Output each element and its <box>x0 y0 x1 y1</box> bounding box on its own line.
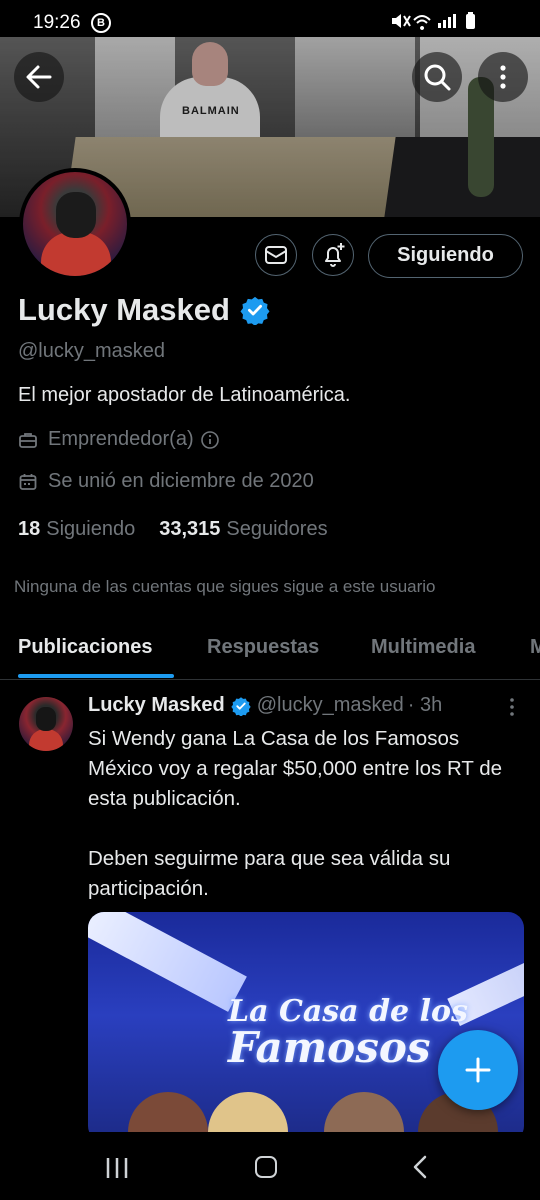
tweet-paragraph: Si Wendy gana La Casa de los Famosos Méx… <box>88 727 503 810</box>
profile-bio: El mejor apostador de Latinoamérica. <box>18 384 351 406</box>
search-icon <box>424 64 451 91</box>
tweet-media-image[interactable]: La Casa de los Famosos <box>88 912 524 1142</box>
profile-category-label: Emprendedor(a) <box>48 428 194 450</box>
notifications-button[interactable] <box>312 234 354 276</box>
divider <box>0 679 540 680</box>
profile-display-name: Lucky Masked <box>18 292 230 327</box>
compose-button[interactable] <box>438 1030 518 1110</box>
tweet-avatar[interactable] <box>19 697 73 751</box>
avatar-body <box>41 232 111 276</box>
message-button[interactable] <box>255 234 297 276</box>
tweet-paragraph: Deben seguirme para que sea válida su pa… <box>88 847 451 900</box>
system-navigation-bar <box>0 1132 540 1200</box>
mutual-followers-notice: Ninguna de las cuentas que sigues sigue … <box>14 577 436 596</box>
verified-badge-icon <box>240 296 270 325</box>
following-button[interactable]: Siguiendo <box>368 234 523 278</box>
calendar-icon <box>19 473 37 490</box>
mail-icon <box>265 246 287 264</box>
followers-stat[interactable]: 33,315 Seguidores <box>159 518 327 541</box>
following-count: 18 <box>18 518 41 540</box>
avatar-head <box>36 707 56 731</box>
tab-more[interactable]: M <box>530 636 540 659</box>
back-button[interactable] <box>14 52 64 102</box>
verified-badge-icon <box>231 696 251 716</box>
status-time: 19:26 <box>33 12 81 33</box>
tweet-time[interactable]: · 3h <box>408 694 442 717</box>
tab-multimedia[interactable]: Multimedia <box>371 636 475 659</box>
tab-respuestas[interactable]: Respuestas <box>207 636 319 659</box>
following-stat[interactable]: 18 Siguiendo <box>18 518 135 541</box>
briefcase-icon <box>19 432 37 448</box>
arrow-left-icon <box>26 65 52 89</box>
tab-publicaciones[interactable]: Publicaciones <box>18 636 153 659</box>
profile-join-label: Se unió en diciembre de 2020 <box>48 470 314 492</box>
followers-label: Seguidores <box>226 518 328 540</box>
profile-avatar[interactable] <box>19 168 131 280</box>
plus-icon <box>465 1057 491 1083</box>
media-show-logo: La Casa de los Famosos <box>228 994 468 1072</box>
home-icon[interactable] <box>255 1156 277 1178</box>
active-tab-indicator <box>18 674 174 678</box>
avatar-body <box>29 729 63 751</box>
bell-plus-icon <box>325 243 345 267</box>
avatar-head <box>56 192 96 238</box>
more-options-button[interactable] <box>478 52 528 102</box>
profile-category: Emprendedor(a) <box>18 428 230 451</box>
tweet-author-handle[interactable]: @lucky_masked <box>257 694 404 717</box>
tweet-author-name[interactable]: Lucky Masked <box>88 694 225 717</box>
tweet-header: Lucky Masked @lucky_masked · 3h <box>88 694 442 717</box>
profile-join-date: Se unió en diciembre de 2020 <box>18 470 314 493</box>
followers-count: 33,315 <box>159 518 221 540</box>
back-chevron-icon[interactable] <box>410 1154 430 1180</box>
b-badge-icon: B <box>91 13 111 33</box>
status-bar: 19:26 B <box>0 0 540 40</box>
media-logo-line: Famosos <box>228 1023 431 1072</box>
system-status-icons <box>392 12 475 30</box>
profile-name-row: Lucky Masked <box>18 292 270 328</box>
more-vertical-icon <box>500 65 506 89</box>
recent-apps-icon[interactable] <box>104 1156 130 1180</box>
profile-handle: @lucky_masked <box>18 340 166 362</box>
more-vertical-icon[interactable] <box>505 696 519 718</box>
media-light-beam <box>88 912 247 1012</box>
profile-tabs: Publicaciones Respuestas Multimedia M <box>0 632 540 678</box>
info-icon[interactable] <box>200 430 220 450</box>
profile-stats: 18 Siguiendo 33,315 Seguidores <box>18 518 328 541</box>
following-label: Siguiendo <box>46 518 136 540</box>
status-icons <box>390 12 510 35</box>
tweet-text: Si Wendy gana La Casa de los Famosos Méx… <box>88 724 528 904</box>
search-button[interactable] <box>412 52 462 102</box>
